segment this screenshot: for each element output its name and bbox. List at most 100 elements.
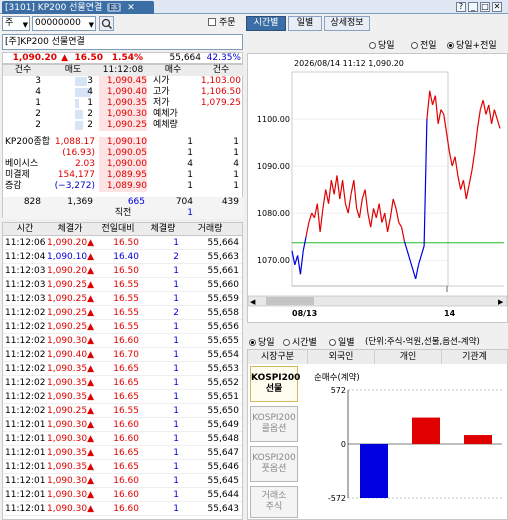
window-title: [3101] KP200 선물연결	[5, 3, 103, 13]
maximize-icon[interactable]: □	[480, 2, 490, 12]
ask-side-value: 1,106.50	[200, 87, 241, 97]
tick-row[interactable]: 11:12:03 1,090.20 ▲ 16.50 1 55,661	[3, 265, 242, 278]
price-segment	[476, 109, 481, 129]
tick-time: 11:12:02	[5, 336, 46, 346]
tick-row[interactable]: 11:12:01 1,090.30 ▲ 16.60 1 55,643	[3, 503, 242, 516]
tick-row[interactable]: 11:12:02 1,090.35 ▲ 16.65 1 55,652	[3, 377, 242, 390]
ask-price: 1,090.25	[99, 120, 147, 131]
market-btn-stock[interactable]: 거래소 주식	[250, 486, 298, 518]
tick-qty: 1	[173, 378, 179, 388]
tick-qty: 1	[173, 406, 179, 416]
radio-today[interactable]: 당일	[369, 38, 395, 51]
tick-time: 11:12:06	[5, 238, 46, 248]
market-btn-kospi200-futures[interactable]: KOSPI200 선물	[250, 366, 300, 402]
bid-row[interactable]: KP200종합 1,088.17 1,090.10 1 1	[3, 137, 244, 148]
radio-inv-daily[interactable]: 일별	[329, 335, 355, 348]
market-btn-call-option[interactable]: KOSPI200 콜옵션	[250, 406, 298, 442]
tick-row[interactable]: 11:12:01 1,090.30 ▲ 16.60 1 55,645	[3, 475, 242, 488]
up-arrow-icon: ▲	[87, 476, 94, 486]
up-arrow-icon: ▲	[87, 392, 94, 402]
ask-row[interactable]: 4 4 1,090.40 고가 1,106.50	[3, 87, 244, 98]
minimize-icon[interactable]: _	[468, 2, 478, 12]
market-select[interactable]: 주 ▼	[2, 16, 30, 31]
order-checkbox[interactable]	[208, 18, 216, 26]
scroll-thumb[interactable]	[266, 297, 314, 305]
ask-qty: 3	[87, 76, 93, 86]
bar-y-tick-label: 572	[331, 386, 346, 395]
scroll-left-icon[interactable]: ◀	[250, 298, 256, 306]
radio-inv-today[interactable]: 당일	[249, 335, 275, 348]
search-button[interactable]	[99, 16, 114, 31]
net-diff: 665	[127, 197, 145, 207]
price-segment	[479, 100, 484, 110]
tick-row[interactable]: 11:12:03 1,090.25 ▲ 16.55 1 55,659	[3, 293, 242, 306]
market-btn-put-option[interactable]: KOSPI200 풋옵션	[250, 446, 298, 482]
radio-inv-time[interactable]: 시간별	[283, 335, 317, 348]
tick-row[interactable]: 11:12:02 1,090.25 ▲ 16.55 1 55,656	[3, 321, 242, 334]
ask-row[interactable]: 2 2 1,090.30 예체가	[3, 109, 244, 120]
bid-count: 1	[233, 137, 239, 147]
up-arrow-icon: ▲	[87, 294, 94, 304]
tick-time: 11:12:02	[5, 322, 46, 332]
tick-row[interactable]: 11:12:01 1,090.35 ▲ 16.65 1 55,647	[3, 447, 242, 460]
bid-count: 4	[233, 159, 239, 169]
tick-row[interactable]: 11:12:04 1,090.10 ▲ 16.40 2 55,663	[3, 251, 242, 264]
tick-row[interactable]: 11:12:02 1,090.25 ▲ 16.55 1 55,650	[3, 405, 242, 418]
close-window-icon[interactable]: ✕	[492, 2, 502, 12]
y-tick-label: 1100.00	[257, 115, 290, 124]
window-tab[interactable]: [3101] KP200 선물연결 E3 ✕	[2, 1, 154, 14]
tick-volume: 55,651	[207, 392, 240, 402]
tick-qty: 1	[173, 280, 179, 290]
tick-row[interactable]: 11:12:01 1,090.35 ▲ 16.65 1 55,646	[3, 461, 242, 474]
tick-time: 11:12:02	[5, 406, 46, 416]
search-icon	[101, 18, 113, 30]
up-arrow-icon: ▲	[87, 252, 94, 262]
tick-time: 11:12:02	[5, 378, 46, 388]
ask-row[interactable]: 3 3 1,090.45 시가 1,103.00	[3, 76, 244, 87]
up-arrow-icon: ▲	[87, 462, 94, 472]
tab-daily[interactable]: 일별	[288, 16, 322, 31]
tick-price: 1,090.30	[47, 336, 88, 346]
change-rate: 1.54%	[111, 53, 143, 63]
tick-price: 1,090.35	[47, 364, 88, 374]
ask-row[interactable]: 2 2 1,090.25 예체량	[3, 120, 244, 131]
bid-row[interactable]: 증감 (−3,272) 1,089.90 1 1	[3, 181, 244, 192]
tick-volume: 55,663	[207, 252, 240, 262]
help-icon[interactable]: ?	[456, 2, 466, 12]
tick-row[interactable]: 11:12:02 1,090.25 ▲ 16.55 2 55,658	[3, 307, 242, 320]
tick-time: 11:12:02	[5, 364, 46, 374]
tick-change: 16.60	[113, 420, 139, 430]
tick-row[interactable]: 11:12:02 1,090.35 ▲ 16.65 1 55,653	[3, 363, 242, 376]
bid-qty: 4	[187, 159, 193, 169]
tick-row[interactable]: 11:12:01 1,090.30 ▲ 16.60 1 55,644	[3, 489, 242, 502]
tick-row[interactable]: 11:12:01 1,090.30 ▲ 16.60 1 55,649	[3, 419, 242, 432]
ask-count: 4	[35, 87, 41, 97]
bid-row[interactable]: 미결제 154,177 1,089.95 1 1	[3, 170, 244, 181]
tab-time[interactable]: 시간별	[246, 16, 286, 31]
code-select[interactable]: 00000000 ▼	[32, 16, 96, 31]
bid-row[interactable]: (16.93) 1,090.05 1 1	[3, 148, 244, 159]
radio-selected-icon	[249, 339, 256, 346]
ask-row[interactable]: 1 1 1,090.35 저가 1,079.25	[3, 98, 244, 109]
tick-time: 11:12:01	[5, 476, 46, 486]
order-check-label: 주문	[219, 18, 236, 28]
tick-row[interactable]: 11:12:02 1,090.40 ▲ 16.70 1 55,654	[3, 349, 242, 362]
ask-count: 2	[35, 109, 41, 119]
tick-volume: 55,664	[207, 238, 240, 248]
price-chart[interactable]: 2026/08/14 11:12 1,090.20 1070.00 1080.00 1…	[247, 54, 508, 322]
tab-detail[interactable]: 상세정보	[324, 16, 370, 31]
close-tab-icon[interactable]: ✕	[127, 3, 135, 13]
radio-both[interactable]: 당일+전일	[447, 38, 497, 51]
radio-label: 당일	[258, 338, 275, 348]
tick-row[interactable]: 11:12:02 1,090.35 ▲ 16.65 1 55,651	[3, 391, 242, 404]
tick-row[interactable]: 11:12:06 1,090.20 ▲ 16.50 1 55,664	[3, 237, 242, 250]
instrument-name[interactable]: [주]KP200 선물연결	[2, 34, 243, 50]
radio-prev[interactable]: 전일	[411, 38, 437, 51]
x-tick-label: 14	[444, 309, 456, 318]
up-arrow-icon: ▲	[87, 336, 94, 346]
scroll-right-icon[interactable]: ▶	[498, 298, 504, 306]
tick-row[interactable]: 11:12:02 1,090.30 ▲ 16.60 1 55,655	[3, 335, 242, 348]
bid-row[interactable]: 베이시스 2.03 1,090.00 4 4	[3, 159, 244, 170]
tick-row[interactable]: 11:12:01 1,090.30 ▲ 16.60 1 55,648	[3, 433, 242, 446]
tick-row[interactable]: 11:12:03 1,090.25 ▲ 16.55 1 55,660	[3, 279, 242, 292]
